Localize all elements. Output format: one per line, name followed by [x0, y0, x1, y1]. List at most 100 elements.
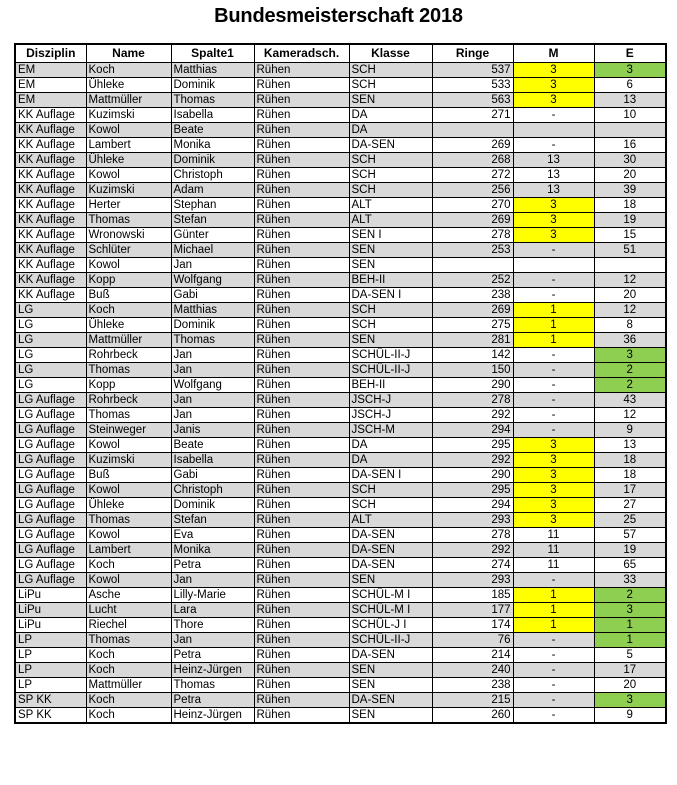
cell-spalte1[interactable]: Heinz-Jürgen: [170, 707, 255, 724]
cell-spalte1[interactable]: Thomas: [170, 677, 255, 693]
cell-m[interactable]: 11: [512, 557, 595, 573]
cell-m[interactable]: -: [512, 377, 595, 393]
cell-name[interactable]: Koch: [85, 557, 172, 573]
cell-disziplin[interactable]: LiPu: [14, 602, 87, 618]
cell-spalte1[interactable]: Eva: [170, 527, 255, 543]
cell-kameradsch[interactable]: Rühen: [253, 707, 350, 724]
cell-klasse[interactable]: ALT: [348, 512, 433, 528]
cell-name[interactable]: Kowol: [85, 257, 172, 273]
cell-m[interactable]: -: [512, 107, 595, 123]
cell-kameradsch[interactable]: Rühen: [253, 482, 350, 498]
table-row[interactable]: KK Auflage Ühleke Dominik Rühen SCH 268 13 30: [14, 152, 667, 168]
cell-kameradsch[interactable]: Rühen: [253, 92, 350, 108]
cell-name[interactable]: Koch: [85, 707, 172, 724]
cell-name[interactable]: Thomas: [85, 212, 172, 228]
cell-disziplin[interactable]: KK Auflage: [14, 227, 87, 243]
cell-klasse[interactable]: DA-SEN I: [348, 287, 433, 303]
cell-kameradsch[interactable]: Rühen: [253, 422, 350, 438]
cell-klasse[interactable]: DA-SEN I: [348, 467, 433, 483]
table-row[interactable]: SP KK Koch Heinz-Jürgen Rühen SEN 260-9: [14, 707, 667, 724]
cell-kameradsch[interactable]: Rühen: [253, 332, 350, 348]
cell-klasse[interactable]: SCHÜL-M I: [348, 587, 433, 603]
cell-kameradsch[interactable]: Rühen: [253, 107, 350, 123]
column-header-kameradsch[interactable]: Kameradsch.: [253, 43, 350, 63]
cell-m[interactable]: -: [512, 392, 595, 408]
cell-m[interactable]: -: [512, 407, 595, 423]
cell-name[interactable]: Kopp: [85, 377, 172, 393]
cell-e[interactable]: 19: [593, 212, 667, 228]
cell-kameradsch[interactable]: Rühen: [253, 302, 350, 318]
cell-m[interactable]: 1: [512, 602, 595, 618]
cell-kameradsch[interactable]: Rühen: [253, 407, 350, 423]
cell-spalte1[interactable]: Isabella: [170, 452, 255, 468]
cell-e[interactable]: 3: [593, 62, 667, 78]
cell-ringe[interactable]: 290: [431, 377, 514, 393]
cell-kameradsch[interactable]: Rühen: [253, 677, 350, 693]
cell-name[interactable]: Thomas: [85, 632, 172, 648]
cell-disziplin[interactable]: LG: [14, 347, 87, 363]
cell-klasse[interactable]: BEH-II: [348, 377, 433, 393]
cell-ringe[interactable]: 269: [431, 302, 514, 318]
table-row[interactable]: KK Auflage Thomas Stefan Rühen ALT 269 3 19: [14, 212, 667, 228]
cell-name[interactable]: Kowol: [85, 527, 172, 543]
cell-klasse[interactable]: DA-SEN: [348, 137, 433, 153]
cell-spalte1[interactable]: Thore: [170, 617, 255, 633]
cell-ringe[interactable]: 260: [431, 707, 514, 724]
table-row[interactable]: KK Auflage Kuzimski Adam Rühen SCH 256 13 39: [14, 182, 667, 198]
cell-spalte1[interactable]: Adam: [170, 182, 255, 198]
cell-disziplin[interactable]: EM: [14, 77, 87, 93]
table-row[interactable]: LG Auflage Thomas Jan Rühen JSCH-J 292-12: [14, 407, 667, 423]
table-row[interactable]: LG Auflage Kowol Eva Rühen DA-SEN 278 11 57: [14, 527, 667, 543]
cell-klasse[interactable]: SCH: [348, 317, 433, 333]
cell-name[interactable]: Ühleke: [85, 317, 172, 333]
table-row[interactable]: KK Auflage Wronowski Günter Rühen SEN I 278 3 1…: [14, 227, 667, 243]
cell-kameradsch[interactable]: Rühen: [253, 227, 350, 243]
cell-klasse[interactable]: ALT: [348, 197, 433, 213]
cell-klasse[interactable]: SEN: [348, 332, 433, 348]
cell-kameradsch[interactable]: Rühen: [253, 362, 350, 378]
cell-klasse[interactable]: SEN: [348, 707, 433, 724]
cell-m[interactable]: 1: [512, 617, 595, 633]
cell-klasse[interactable]: DA-SEN: [348, 527, 433, 543]
cell-disziplin[interactable]: LG Auflage: [14, 542, 87, 558]
cell-name[interactable]: Steinweger: [85, 422, 172, 438]
cell-spalte1[interactable]: Wolfgang: [170, 272, 255, 288]
cell-spalte1[interactable]: Jan: [170, 407, 255, 423]
cell-spalte1[interactable]: Petra: [170, 647, 255, 663]
cell-e[interactable]: 27: [593, 497, 667, 513]
cell-name[interactable]: Herter: [85, 197, 172, 213]
table-row[interactable]: LG Auflage Lambert Monika Rühen DA-SEN 292 11 1…: [14, 542, 667, 558]
cell-spalte1[interactable]: Stephan: [170, 197, 255, 213]
cell-m[interactable]: -: [512, 137, 595, 153]
table-row[interactable]: LG Auflage Ühleke Dominik Rühen SCH 294 3 27: [14, 497, 667, 513]
table-row[interactable]: LiPu Asche Lilly-Marie Rühen SCHÜL-M I 185 1 2: [14, 587, 667, 603]
table-row[interactable]: LG Mattmüller Thomas Rühen SEN 281 1 36: [14, 332, 667, 348]
cell-kameradsch[interactable]: Rühen: [253, 557, 350, 573]
cell-kameradsch[interactable]: Rühen: [253, 392, 350, 408]
cell-disziplin[interactable]: LG Auflage: [14, 422, 87, 438]
cell-e[interactable]: 2: [593, 362, 667, 378]
table-row[interactable]: KK Auflage Herter Stephan Rühen ALT 270 3 18: [14, 197, 667, 213]
table-row[interactable]: LP Koch Heinz-Jürgen Rühen SEN 240-17: [14, 662, 667, 678]
cell-spalte1[interactable]: Jan: [170, 257, 255, 273]
cell-e[interactable]: 3: [593, 692, 667, 708]
cell-kameradsch[interactable]: Rühen: [253, 647, 350, 663]
cell-ringe[interactable]: 294: [431, 422, 514, 438]
cell-disziplin[interactable]: LG: [14, 377, 87, 393]
cell-e[interactable]: 51: [593, 242, 667, 258]
cell-kameradsch[interactable]: Rühen: [253, 572, 350, 588]
cell-e[interactable]: 5: [593, 647, 667, 663]
cell-ringe[interactable]: 150: [431, 362, 514, 378]
cell-spalte1[interactable]: Stefan: [170, 212, 255, 228]
cell-e[interactable]: 9: [593, 422, 667, 438]
cell-spalte1[interactable]: Dominik: [170, 77, 255, 93]
cell-m[interactable]: [512, 122, 595, 138]
cell-klasse[interactable]: DA: [348, 122, 433, 138]
cell-ringe[interactable]: 294: [431, 497, 514, 513]
cell-disziplin[interactable]: LG: [14, 362, 87, 378]
cell-disziplin[interactable]: KK Auflage: [14, 212, 87, 228]
cell-ringe[interactable]: 240: [431, 662, 514, 678]
cell-kameradsch[interactable]: Rühen: [253, 347, 350, 363]
cell-ringe[interactable]: 281: [431, 332, 514, 348]
cell-ringe[interactable]: 563: [431, 92, 514, 108]
